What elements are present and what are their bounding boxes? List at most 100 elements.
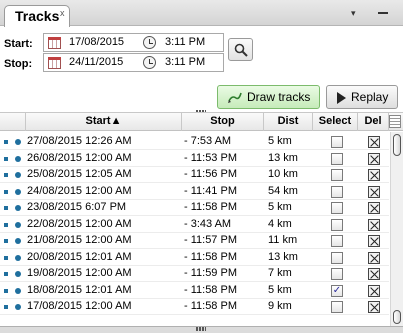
delete-icon[interactable]: [368, 235, 380, 247]
track-dot-icon: [15, 172, 21, 178]
splitter-handle-bottom[interactable]: [196, 327, 206, 331]
track-dot-icon: [15, 304, 21, 310]
cell-dist: 13 km: [268, 151, 298, 164]
clock-icon[interactable]: [143, 56, 156, 69]
track-dot-icon: [15, 271, 21, 277]
track-dot-icon: [15, 221, 21, 228]
select-checkbox[interactable]: ✓: [331, 284, 343, 297]
start-time-input[interactable]: 3:11 PM: [165, 36, 205, 48]
delete-icon[interactable]: [368, 136, 380, 148]
cell-start: 20/08/2015 12:01 AM: [27, 250, 132, 263]
cell-stop: - 11:41 PM: [184, 184, 237, 197]
cell-start: 17/08/2015 12:00 AM: [27, 300, 132, 312]
row-marker: [4, 173, 8, 177]
play-icon: [337, 92, 346, 104]
delete-icon[interactable]: [368, 152, 380, 165]
start-label: Start:: [4, 38, 33, 50]
replay-button[interactable]: Replay: [326, 85, 398, 109]
table-row[interactable]: 26/08/2015 12:00 AM - 11:53 PM 13 km: [0, 151, 389, 167]
column-menu-icon[interactable]: [389, 115, 401, 128]
header-stop[interactable]: Stop: [182, 113, 264, 131]
select-checkbox[interactable]: [331, 152, 343, 165]
pen-icon: [228, 92, 242, 103]
cell-dist: 5 km: [268, 135, 292, 147]
delete-icon[interactable]: [368, 202, 380, 214]
track-dot-icon: [15, 188, 21, 195]
vertical-scrollbar[interactable]: [390, 132, 403, 327]
cell-dist: 10 km: [268, 168, 298, 180]
delete-icon[interactable]: [368, 284, 380, 297]
row-marker: [4, 305, 8, 309]
draw-tracks-button[interactable]: Draw tracks: [217, 85, 320, 109]
cell-start: 24/08/2015 12:00 AM: [27, 184, 132, 197]
table-row[interactable]: 17/08/2015 12:00 AM - 11:58 PM 9 km: [0, 299, 389, 315]
row-marker: [4, 222, 8, 227]
grid-header: Start▲ Stop Dist Select Del: [0, 113, 403, 131]
table-row[interactable]: 20/08/2015 12:01 AM - 11:58 PM 13 km: [0, 250, 389, 266]
replay-label: Replay: [351, 90, 389, 104]
track-dot-icon: [15, 254, 21, 261]
delete-icon[interactable]: [368, 169, 380, 181]
table-row[interactable]: 27/08/2015 12:26 AM - 7:53 AM 5 km: [0, 134, 389, 150]
tab-tracks[interactable]: Tracks x: [4, 5, 70, 27]
table-row[interactable]: 23/08/2015 6:07 PM - 11:58 PM 5 km: [0, 200, 389, 216]
delete-icon[interactable]: [368, 251, 380, 264]
header-select[interactable]: Select: [313, 113, 358, 131]
cell-dist: 54 km: [268, 184, 298, 197]
scrollbar-thumb-lower[interactable]: [393, 310, 401, 324]
select-checkbox[interactable]: [331, 235, 343, 247]
stop-date-input[interactable]: 24/11/2015: [69, 56, 123, 68]
cell-dist: 13 km: [268, 250, 298, 263]
select-checkbox[interactable]: [331, 268, 343, 280]
row-marker: [4, 272, 8, 276]
select-checkbox[interactable]: [331, 185, 343, 198]
select-checkbox[interactable]: [331, 301, 343, 313]
select-checkbox[interactable]: [331, 169, 343, 181]
calendar-icon[interactable]: [48, 37, 61, 49]
delete-icon[interactable]: [368, 268, 380, 280]
select-checkbox[interactable]: [331, 251, 343, 264]
cell-stop: - 3:43 AM: [184, 217, 232, 230]
track-dot-icon: [15, 139, 21, 145]
delete-icon[interactable]: [368, 301, 380, 313]
table-row[interactable]: 25/08/2015 12:05 AM - 11:56 PM 10 km: [0, 167, 389, 183]
table-row[interactable]: 18/08/2015 12:01 AM - 11:58 PM 5 km ✓: [0, 283, 389, 299]
calendar-icon[interactable]: [48, 57, 61, 69]
select-checkbox[interactable]: [331, 136, 343, 148]
stop-time-input[interactable]: 3:11 PM: [165, 56, 205, 68]
draw-tracks-label: Draw tracks: [247, 90, 311, 104]
delete-icon[interactable]: [368, 218, 380, 231]
select-checkbox[interactable]: [331, 202, 343, 214]
table-row[interactable]: 24/08/2015 12:00 AM - 11:41 PM 54 km: [0, 184, 389, 200]
close-icon[interactable]: x: [60, 8, 65, 18]
cell-stop: - 7:53 AM: [184, 135, 232, 147]
row-marker: [4, 140, 8, 144]
select-checkbox[interactable]: [331, 218, 343, 231]
cell-stop: - 11:58 PM: [184, 201, 237, 213]
tracks-grid: Start▲ Stop Dist Select Del 27/08/2015 1…: [0, 112, 403, 327]
delete-icon[interactable]: [368, 185, 380, 198]
row-marker: [4, 288, 8, 293]
cell-stop: - 11:58 PM: [184, 283, 237, 296]
header-start[interactable]: Start▲: [26, 113, 182, 131]
header-dist[interactable]: Dist: [264, 113, 313, 131]
cell-stop: - 11:59 PM: [184, 267, 237, 279]
search-button[interactable]: [228, 38, 253, 61]
start-date-input[interactable]: 17/08/2015: [69, 36, 124, 48]
cell-dist: 4 km: [268, 217, 292, 230]
clock-icon[interactable]: [143, 36, 156, 49]
cell-stop: - 11:57 PM: [184, 234, 237, 246]
table-row[interactable]: 19/08/2015 12:00 AM - 11:59 PM 7 km: [0, 266, 389, 282]
cell-start: 22/08/2015 12:00 AM: [27, 217, 132, 230]
header-del[interactable]: Del: [358, 113, 389, 131]
track-dot-icon: [15, 205, 21, 211]
minimize-icon[interactable]: [378, 12, 388, 14]
row-marker: [4, 206, 8, 210]
row-marker: [4, 189, 8, 194]
scrollbar-thumb[interactable]: [393, 134, 401, 156]
table-row[interactable]: 21/08/2015 12:00 AM - 11:57 PM 11 km: [0, 233, 389, 249]
panel-menu-icon[interactable]: ▾: [351, 8, 356, 19]
cell-stop: - 11:58 PM: [184, 250, 237, 263]
cell-start: 26/08/2015 12:00 AM: [27, 151, 132, 164]
table-row[interactable]: 22/08/2015 12:00 AM - 3:43 AM 4 km: [0, 217, 389, 233]
